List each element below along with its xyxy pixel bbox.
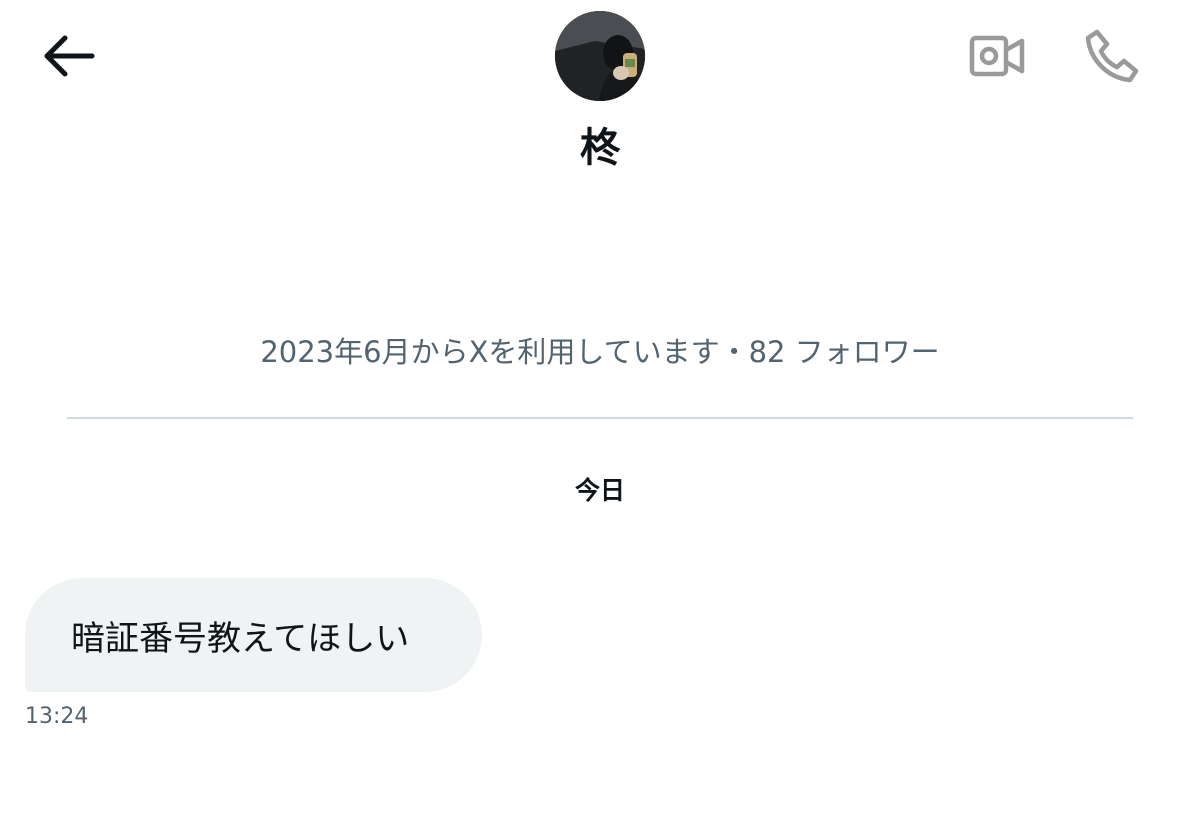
avatar[interactable] — [555, 11, 645, 101]
back-button[interactable] — [34, 28, 102, 84]
arrow-left-icon — [44, 35, 95, 77]
phone-icon — [1085, 29, 1139, 83]
display-name[interactable]: 柊 — [0, 122, 1200, 174]
message-timestamp: 13:24 — [25, 704, 89, 729]
video-call-button[interactable] — [966, 24, 1030, 88]
voice-call-button[interactable] — [1080, 24, 1144, 88]
avatar-photo — [555, 11, 645, 101]
header-actions — [966, 24, 1144, 88]
message-bubble[interactable]: 暗証番号教えてほしい — [25, 578, 482, 692]
divider — [67, 417, 1133, 419]
profile-meta: 2023年6月からXを利用しています・82 フォロワー — [260, 335, 940, 369]
video-camera-icon — [969, 35, 1025, 77]
date-separator: 今日 — [574, 476, 625, 505]
